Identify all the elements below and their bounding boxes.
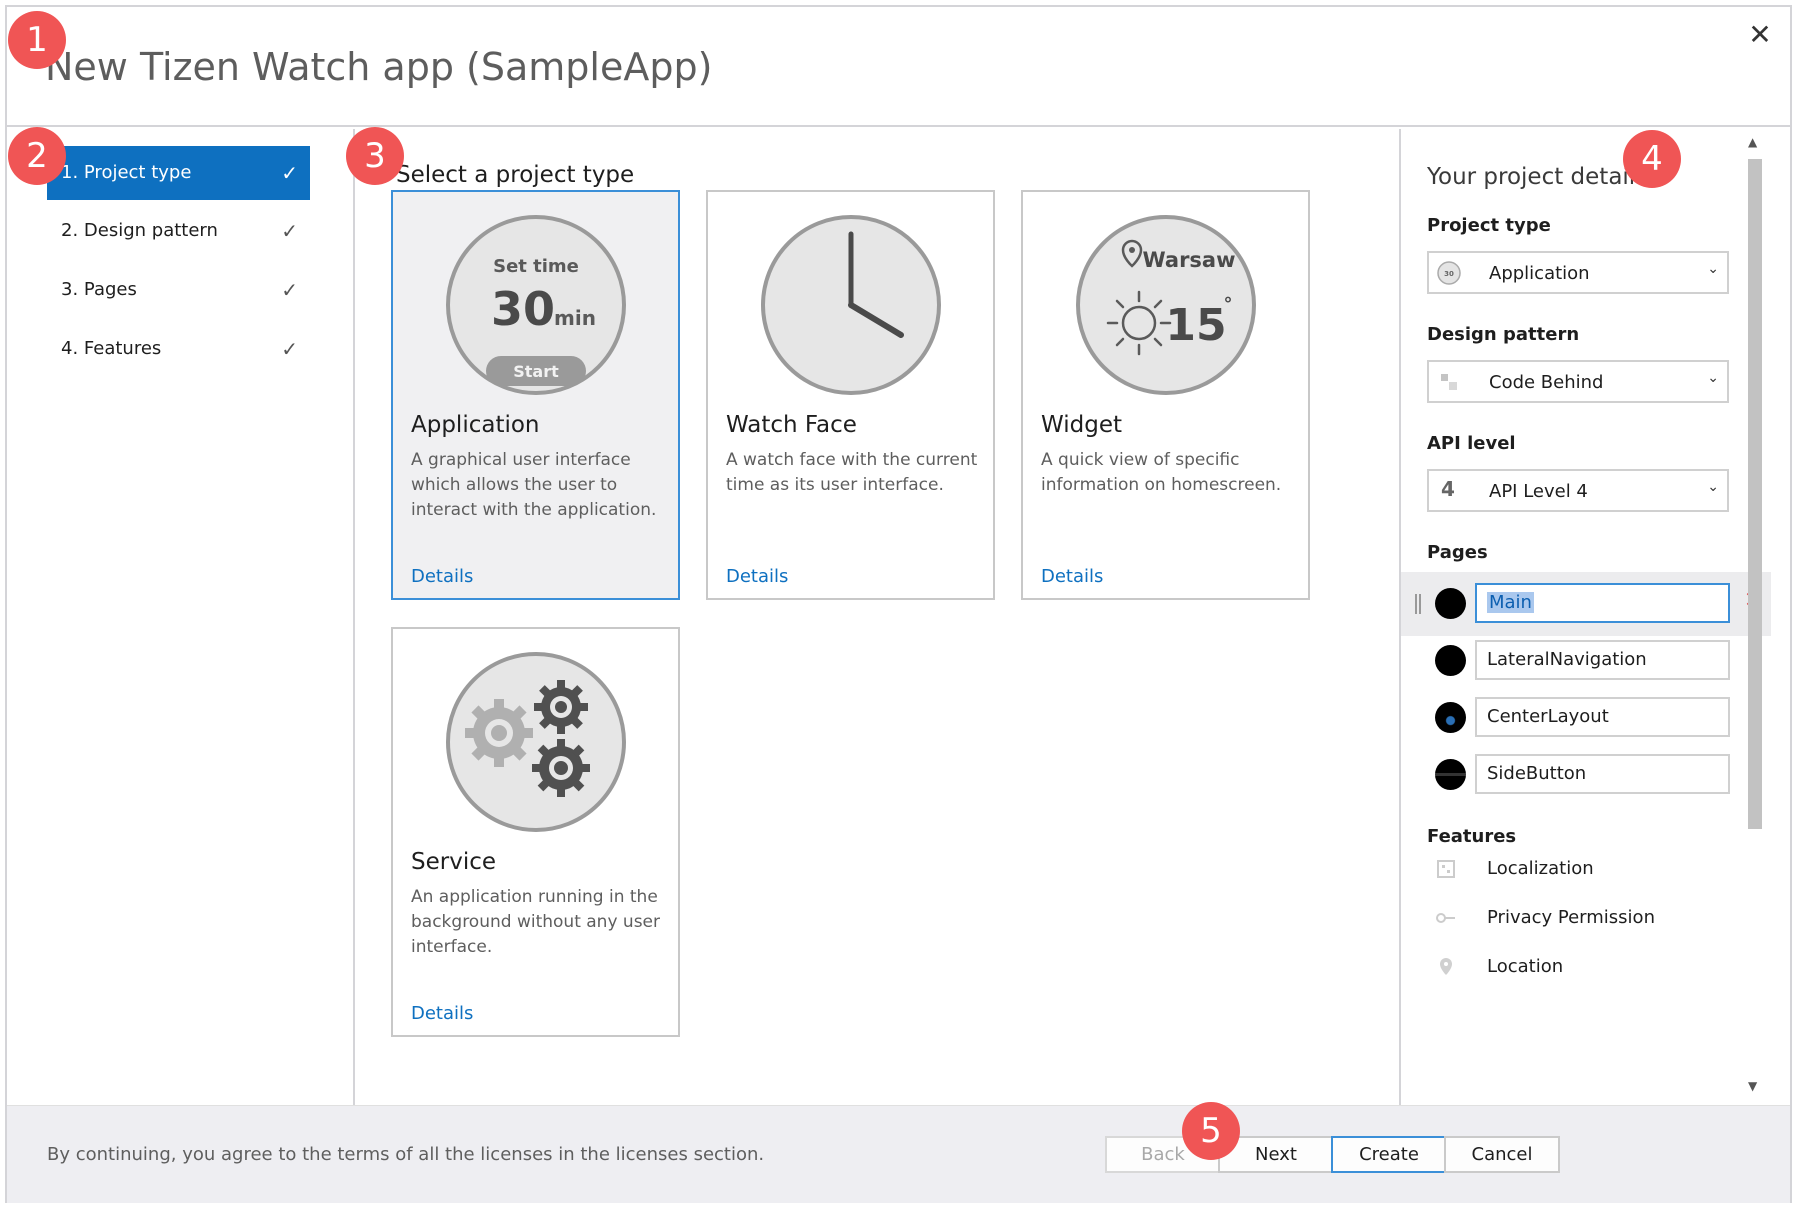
feature-label: Localization — [1487, 858, 1594, 879]
callout-marker-3: 3 — [346, 127, 404, 185]
card-description: An application running in the background… — [411, 887, 660, 957]
page-row[interactable]: CenterLayout — [1401, 686, 1771, 750]
step-label: 4. Features — [61, 338, 162, 359]
card-description: A graphical user interface which allows … — [411, 450, 657, 520]
api-level-label: API level — [1427, 433, 1516, 454]
scroll-up-icon[interactable]: ▲ — [1748, 135, 1757, 149]
step-label: 2. Design pattern — [61, 220, 218, 241]
check-icon: ✓ — [281, 161, 298, 185]
widget-degree: ° — [1224, 294, 1233, 315]
create-button[interactable]: Create — [1331, 1136, 1447, 1173]
project-type-dropdown[interactable]: 30 Application ⌄ — [1427, 251, 1729, 294]
chevron-down-icon: ⌄ — [1707, 370, 1719, 386]
step-label: 1. Project type — [61, 162, 192, 183]
weather-widget-icon: Warsaw 15 ° — [1076, 215, 1256, 395]
application-illustration-icon: Set time 30 min Start — [446, 215, 626, 395]
dropdown-value: Application — [1489, 263, 1590, 284]
license-notice: By continuing, you agree to the terms of… — [47, 1144, 765, 1165]
card-title: Widget — [1041, 412, 1122, 438]
cancel-button[interactable]: Cancel — [1444, 1136, 1560, 1173]
step-features[interactable]: 4. Features ✓ — [47, 322, 310, 376]
card-application[interactable]: Set time 30 min Start Application A grap… — [391, 190, 680, 600]
features-label: Features — [1427, 826, 1517, 847]
widget-temp: 15 — [1165, 300, 1226, 351]
code-behind-icon — [1441, 374, 1457, 390]
card-title: Application — [411, 412, 540, 438]
widget-city: Warsaw — [1142, 248, 1235, 272]
project-type-label: Project type — [1427, 215, 1551, 236]
details-title: Your project details — [1427, 164, 1648, 190]
design-pattern-label: Design pattern — [1427, 324, 1580, 345]
card-title: Watch Face — [726, 412, 857, 438]
details-link[interactable]: Details — [726, 566, 788, 587]
page-name-input[interactable]: LateralNavigation — [1475, 640, 1730, 680]
page-thumbnail-icon — [1435, 588, 1466, 619]
chevron-down-icon: ⌄ — [1707, 479, 1719, 495]
callout-marker-5: 5 — [1182, 1102, 1240, 1160]
design-pattern-dropdown[interactable]: Code Behind ⌄ — [1427, 360, 1729, 403]
page-thumbnail-icon — [1435, 645, 1466, 676]
details-link[interactable]: Details — [411, 1003, 473, 1024]
section-title: Select a project type — [396, 162, 635, 188]
title-bar: New Tizen Watch app (SampleApp) ✕ — [7, 7, 1790, 127]
page-name-input[interactable]: SideButton — [1475, 754, 1730, 794]
step-pages[interactable]: 3. Pages ✓ — [47, 263, 310, 317]
page-row[interactable]: LateralNavigation — [1401, 629, 1771, 693]
illus-unit: min — [554, 306, 596, 330]
project-details-panel: Your project details Project type 30 App… — [1399, 129, 1771, 1105]
card-service[interactable]: Service An application running in the ba… — [391, 627, 680, 1037]
page-thumbnail-icon — [1435, 702, 1466, 733]
card-title: Service — [411, 849, 497, 875]
dropdown-value: Code Behind — [1489, 372, 1604, 393]
scroll-down-icon[interactable]: ▼ — [1748, 1079, 1757, 1093]
api-level-icon: 4 — [1441, 477, 1455, 501]
callout-marker-1: 1 — [8, 11, 66, 69]
step-design-pattern[interactable]: 2. Design pattern ✓ — [47, 204, 310, 258]
check-icon: ✓ — [281, 219, 298, 243]
illus-top-text: Set time — [493, 256, 579, 277]
dialog-title: New Tizen Watch app (SampleApp) — [45, 45, 713, 89]
page-name-input[interactable]: Main — [1475, 583, 1730, 623]
key-icon — [1436, 913, 1455, 923]
clock-icon — [761, 215, 941, 395]
card-description: A quick view of specific information on … — [1041, 450, 1282, 495]
dialog-footer: By continuing, you agree to the terms of… — [7, 1105, 1790, 1203]
callout-marker-2: 2 — [8, 127, 66, 185]
step-label: 3. Pages — [61, 279, 137, 300]
illus-value: 30 — [491, 282, 555, 336]
callout-marker-4: 4 — [1623, 130, 1681, 188]
card-widget[interactable]: Warsaw 15 ° Widget A quick view of speci… — [1021, 190, 1310, 600]
close-icon[interactable]: ✕ — [1740, 15, 1780, 55]
check-icon: ✓ — [281, 337, 298, 361]
feature-label: Privacy Permission — [1487, 907, 1655, 928]
card-watch-face[interactable]: Watch Face A watch face with the current… — [706, 190, 995, 600]
api-level-dropdown[interactable]: 4 API Level 4 ⌄ — [1427, 469, 1729, 512]
page-row[interactable]: SideButton — [1401, 743, 1771, 807]
step-sidebar: 1. Project type ✓ 2. Design pattern ✓ 3.… — [7, 129, 355, 1105]
dropdown-value: API Level 4 — [1489, 481, 1588, 502]
scrollbar-thumb[interactable] — [1748, 159, 1762, 829]
step-project-type[interactable]: 1. Project type ✓ — [47, 146, 310, 200]
page-thumbnail-icon — [1435, 759, 1466, 790]
feature-label: Location — [1487, 956, 1564, 977]
dialog-window: New Tizen Watch app (SampleApp) ✕ 1. Pro… — [5, 5, 1792, 1203]
details-link[interactable]: Details — [411, 566, 473, 587]
page-name-input[interactable]: CenterLayout — [1475, 697, 1730, 737]
page-name-text: Main — [1487, 592, 1534, 613]
drag-handle-icon[interactable] — [1415, 594, 1421, 614]
chevron-down-icon: ⌄ — [1707, 261, 1719, 277]
localization-icon — [1437, 860, 1455, 878]
dd-icon-text: 30 — [1444, 270, 1454, 278]
gears-icon — [446, 652, 626, 832]
pages-label: Pages — [1427, 542, 1488, 563]
details-scrollbar[interactable]: ▲ ▼ — [1745, 129, 1765, 1105]
watch-app-icon: 30 — [1437, 261, 1461, 285]
illus-button: Start — [513, 362, 559, 381]
check-icon: ✓ — [281, 278, 298, 302]
project-type-area: Select a project type Set time 30 min St… — [357, 129, 1397, 1105]
card-description: A watch face with the current time as it… — [726, 450, 978, 495]
location-pin-icon — [1440, 958, 1452, 975]
details-link[interactable]: Details — [1041, 566, 1103, 587]
page-row-main[interactable]: Main ✕ — [1401, 572, 1771, 636]
